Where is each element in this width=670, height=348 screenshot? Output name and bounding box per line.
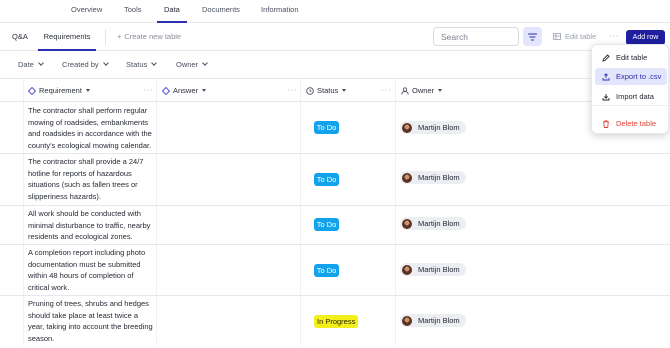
owner-chip[interactable]: Martijn Blom — [400, 314, 466, 327]
chevron-down-icon — [38, 60, 44, 66]
tab-tools[interactable]: Tools — [124, 5, 142, 23]
owner-name: Martijn Blom — [418, 173, 460, 182]
trash-icon — [602, 119, 610, 128]
table-icon — [553, 33, 561, 40]
avatar — [402, 315, 412, 326]
filter-button[interactable] — [523, 27, 542, 46]
caret-down-icon — [85, 89, 90, 92]
divider — [105, 29, 106, 45]
owner-name: Martijn Blom — [418, 265, 460, 274]
owner-name: Martijn Blom — [418, 219, 460, 228]
menu-item-edit-table[interactable]: Edit table — [595, 49, 667, 66]
pencil-icon — [602, 53, 610, 62]
status-circle-icon — [306, 86, 314, 95]
table-row[interactable]: A completion report including photo docu… — [0, 245, 670, 296]
menu-item-export-label: Export to .csv — [616, 72, 662, 81]
menu-item-delete-table[interactable]: Delete table — [595, 115, 667, 132]
filter-created-by[interactable]: Created by — [62, 60, 109, 69]
owner-name: Martijn Blom — [418, 123, 460, 132]
owner-chip[interactable]: Martijn Blom — [400, 171, 466, 184]
tab-data[interactable]: Data — [157, 5, 187, 23]
filter-owner-label: Owner — [176, 60, 199, 69]
menu-item-export-csv[interactable]: Export to .csv — [595, 68, 667, 85]
filter-created-by-label: Created by — [62, 60, 99, 69]
subtab-qa[interactable]: Q&A — [12, 32, 28, 41]
edit-table-label: Edit table — [565, 32, 597, 41]
caret-down-icon — [202, 89, 207, 92]
status-badge[interactable]: To Do — [314, 173, 339, 186]
status-badge[interactable]: To Do — [314, 218, 339, 231]
more-options-icon[interactable]: ··· — [609, 31, 620, 40]
requirement-cell[interactable]: A completion report including photo docu… — [28, 247, 154, 293]
avatar — [402, 218, 412, 229]
plus-icon: + — [117, 32, 122, 41]
requirement-cell[interactable]: The contractor shall perform regular mow… — [28, 105, 154, 151]
tab-documents[interactable]: Documents — [202, 5, 240, 23]
menu-item-import-data[interactable]: Import data — [595, 88, 667, 105]
requirement-cell[interactable]: The contractor shall provide a 24/7 hotl… — [28, 156, 154, 202]
owner-chip[interactable]: Martijn Blom — [400, 263, 466, 276]
owner-chip[interactable]: Martijn Blom — [400, 217, 466, 230]
edit-table-button[interactable]: Edit table — [553, 32, 596, 41]
table-row[interactable]: The contractor shall perform regular mow… — [0, 102, 670, 154]
table-header: Requirement ··· Answer ··· Status ··· Ow… — [0, 79, 670, 102]
filter-status-label: Status — [126, 60, 148, 69]
column-header-answer-label: Answer — [173, 86, 199, 95]
filter-date[interactable]: Date — [18, 60, 44, 69]
table-toolbar: Q&A Requirements + Create new table Searc… — [0, 23, 670, 51]
create-new-table-label: Create new table — [124, 32, 182, 41]
owner-name: Martijn Blom — [418, 316, 460, 325]
top-nav: Overview Tools Data Documents Informatio… — [0, 0, 670, 23]
upload-icon — [602, 72, 610, 81]
status-badge[interactable]: To Do — [314, 264, 339, 277]
filter-date-label: Date — [18, 60, 34, 69]
column-header-requirement-label: Requirement — [39, 86, 82, 95]
column-menu-icon[interactable]: ··· — [287, 85, 298, 94]
requirement-cell[interactable]: Pruning of trees, shrubs and hedges shou… — [28, 298, 154, 344]
column-header-status-label: Status — [317, 86, 339, 95]
column-header-status[interactable]: Status — [306, 86, 347, 95]
table-row[interactable]: All work should be conducted with minima… — [0, 206, 670, 245]
column-header-owner-label: Owner — [412, 86, 435, 95]
requirement-cell[interactable]: All work should be conducted with minima… — [28, 208, 154, 243]
tab-overview[interactable]: Overview — [71, 5, 102, 23]
column-menu-icon[interactable]: ··· — [381, 85, 392, 94]
download-icon — [602, 93, 610, 101]
subtab-requirements[interactable]: Requirements — [38, 32, 96, 51]
table-options-menu: Edit table Export to .csv Import data De… — [591, 44, 669, 134]
column-header-answer[interactable]: Answer — [162, 86, 207, 95]
chevron-down-icon — [102, 60, 109, 66]
table-row[interactable]: The contractor shall provide a 24/7 hotl… — [0, 154, 670, 206]
caret-down-icon — [438, 89, 443, 92]
menu-item-delete-label: Delete table — [616, 119, 657, 128]
avatar — [402, 172, 412, 183]
tab-information[interactable]: Information — [261, 5, 299, 23]
person-icon — [401, 86, 409, 95]
ai-diamond-icon — [162, 86, 170, 95]
menu-divider — [592, 105, 668, 106]
avatar — [402, 264, 412, 275]
column-header-requirement[interactable]: Requirement — [28, 86, 90, 95]
chevron-down-icon — [151, 60, 158, 66]
filter-icon — [528, 32, 537, 41]
caret-down-icon — [342, 89, 347, 92]
chevron-down-icon — [202, 60, 208, 66]
avatar — [402, 122, 412, 133]
filter-status[interactable]: Status — [126, 60, 158, 69]
status-badge[interactable]: In Progress — [314, 315, 359, 328]
search-input[interactable]: Search — [433, 27, 519, 46]
search-placeholder: Search — [441, 32, 468, 42]
menu-item-edit-label: Edit table — [616, 53, 648, 62]
ai-diamond-icon — [28, 86, 36, 95]
add-row-button[interactable]: Add row — [626, 30, 665, 45]
column-menu-icon[interactable]: ··· — [143, 85, 154, 94]
table-row[interactable]: Pruning of trees, shrubs and hedges shou… — [0, 296, 670, 348]
status-badge[interactable]: To Do — [314, 121, 339, 134]
owner-chip[interactable]: Martijn Blom — [400, 121, 466, 134]
column-header-owner[interactable]: Owner — [401, 86, 443, 95]
menu-item-import-label: Import data — [616, 92, 654, 101]
filter-bar: Date Created by Status Owner — [0, 51, 670, 79]
filter-owner[interactable]: Owner — [176, 60, 208, 69]
create-new-table-button[interactable]: + Create new table — [117, 32, 181, 41]
